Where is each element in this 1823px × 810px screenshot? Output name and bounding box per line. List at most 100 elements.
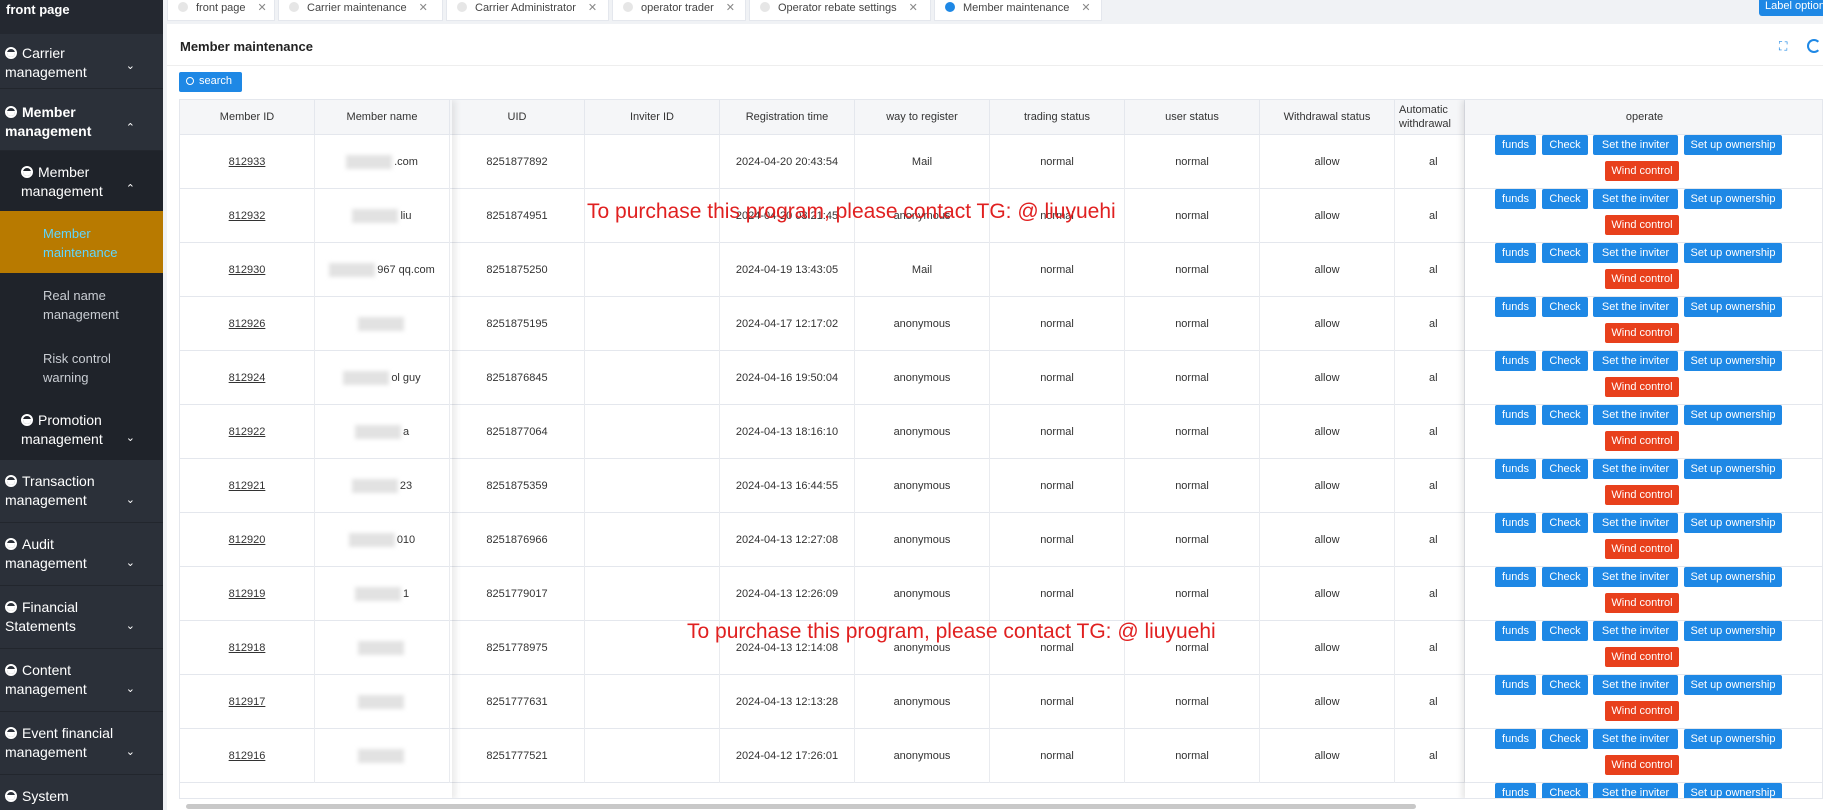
check-button[interactable]: Check	[1542, 675, 1588, 695]
sidebar-subitem-member-management[interactable]: Member management ⌃	[0, 151, 163, 211]
tab-member-maintenance[interactable]: Member maintenance ✕	[934, 0, 1102, 21]
set-inviter-button[interactable]: Set the inviter	[1593, 567, 1678, 587]
funds-button[interactable]: funds	[1495, 243, 1536, 263]
cell-id[interactable]: 812922	[180, 405, 315, 459]
close-icon[interactable]: ✕	[726, 2, 735, 14]
set-inviter-button[interactable]: Set the inviter	[1593, 621, 1678, 641]
close-icon[interactable]: ✕	[419, 2, 428, 14]
set-ownership-button[interactable]: Set up ownership	[1684, 243, 1782, 263]
wind-control-button[interactable]: Wind control	[1605, 755, 1679, 775]
check-button[interactable]: Check	[1542, 135, 1588, 155]
set-inviter-button[interactable]: Set the inviter	[1593, 243, 1678, 263]
set-ownership-button[interactable]: Set up ownership	[1684, 351, 1782, 371]
wind-control-button[interactable]: Wind control	[1605, 323, 1679, 343]
set-inviter-button[interactable]: Set the inviter	[1593, 459, 1678, 479]
set-inviter-button[interactable]: Set the inviter	[1593, 729, 1678, 749]
sidebar-item-event-financial-management[interactable]: Event financial management ⌄	[0, 712, 163, 775]
cell-id[interactable]: 812919	[180, 567, 315, 621]
set-ownership-button[interactable]: Set up ownership	[1684, 729, 1782, 749]
wind-control-button[interactable]: Wind control	[1605, 377, 1679, 397]
tab-carrier-maintenance[interactable]: Carrier maintenance ✕	[278, 0, 443, 21]
funds-button[interactable]: funds	[1495, 621, 1536, 641]
set-ownership-button[interactable]: Set up ownership	[1684, 297, 1782, 317]
funds-button[interactable]: funds	[1495, 513, 1536, 533]
check-button[interactable]: Check	[1542, 729, 1588, 749]
close-icon[interactable]: ✕	[909, 2, 918, 14]
sidebar-item-transaction-management[interactable]: Transaction management ⌄	[0, 460, 163, 523]
wind-control-button[interactable]: Wind control	[1605, 431, 1679, 451]
set-inviter-button[interactable]: Set the inviter	[1593, 405, 1678, 425]
set-inviter-button[interactable]: Set the inviter	[1593, 783, 1678, 798]
search-button[interactable]: search	[179, 72, 242, 92]
check-button[interactable]: Check	[1542, 783, 1588, 798]
funds-button[interactable]: funds	[1495, 351, 1536, 371]
check-button[interactable]: Check	[1542, 621, 1588, 641]
sidebar-item-content-management[interactable]: Content management ⌄	[0, 649, 163, 712]
cell-id[interactable]: 812924	[180, 351, 315, 405]
sidebar-home[interactable]: front page	[0, 0, 163, 34]
set-inviter-button[interactable]: Set the inviter	[1593, 675, 1678, 695]
cell-id[interactable]: 812930	[180, 243, 315, 297]
close-icon[interactable]: ✕	[258, 2, 267, 14]
wind-control-button[interactable]: Wind control	[1605, 701, 1679, 721]
cell-id[interactable]: 812917	[180, 675, 315, 729]
set-ownership-button[interactable]: Set up ownership	[1684, 567, 1782, 587]
cell-id[interactable]: 812926	[180, 297, 315, 351]
cell-id[interactable]: 812933	[180, 135, 315, 189]
sidebar-item-financial-statements[interactable]: Financial Statements ⌄	[0, 586, 163, 649]
set-inviter-button[interactable]: Set the inviter	[1593, 351, 1678, 371]
wind-control-button[interactable]: Wind control	[1605, 161, 1679, 181]
cell-id[interactable]: 812920	[180, 513, 315, 567]
wind-control-button[interactable]: Wind control	[1605, 647, 1679, 667]
check-button[interactable]: Check	[1542, 459, 1588, 479]
tab-operator-trader[interactable]: operator trader ✕	[612, 0, 746, 21]
horizontal-scrollbar[interactable]	[186, 804, 1416, 809]
check-button[interactable]: Check	[1542, 243, 1588, 263]
funds-button[interactable]: funds	[1495, 459, 1536, 479]
funds-button[interactable]: funds	[1495, 189, 1536, 209]
wind-control-button[interactable]: Wind control	[1605, 485, 1679, 505]
set-inviter-button[interactable]: Set the inviter	[1593, 297, 1678, 317]
check-button[interactable]: Check	[1542, 567, 1588, 587]
cell-id[interactable]: 812921	[180, 459, 315, 513]
funds-button[interactable]: funds	[1495, 135, 1536, 155]
check-button[interactable]: Check	[1542, 189, 1588, 209]
check-button[interactable]: Check	[1542, 351, 1588, 371]
funds-button[interactable]: funds	[1495, 729, 1536, 749]
check-button[interactable]: Check	[1542, 297, 1588, 317]
tab-carrier-administrator[interactable]: Carrier Administrator ✕	[446, 0, 609, 21]
funds-button[interactable]: funds	[1495, 297, 1536, 317]
cell-id[interactable]: 812916	[180, 729, 315, 783]
set-ownership-button[interactable]: Set up ownership	[1684, 135, 1782, 155]
funds-button[interactable]: funds	[1495, 405, 1536, 425]
sidebar-item-carrier-management[interactable]: Carrier management ⌄	[0, 34, 163, 89]
check-button[interactable]: Check	[1542, 513, 1588, 533]
wind-control-button[interactable]: Wind control	[1605, 539, 1679, 559]
wind-control-button[interactable]: Wind control	[1605, 593, 1679, 613]
sidebar-item-member-maintenance[interactable]: Member maintenance	[0, 211, 163, 273]
funds-button[interactable]: funds	[1495, 675, 1536, 695]
close-icon[interactable]: ✕	[588, 2, 597, 14]
set-inviter-button[interactable]: Set the inviter	[1593, 513, 1678, 533]
sidebar-item-real-name-management[interactable]: Real name management	[0, 273, 163, 336]
cell-id[interactable]: 812918	[180, 621, 315, 675]
check-button[interactable]: Check	[1542, 405, 1588, 425]
sidebar-subitem-promotion-management[interactable]: Promotion management ⌄	[0, 399, 163, 460]
set-ownership-button[interactable]: Set up ownership	[1684, 621, 1782, 641]
funds-button[interactable]: funds	[1495, 783, 1536, 798]
set-ownership-button[interactable]: Set up ownership	[1684, 513, 1782, 533]
tab-operator-rebate-settings[interactable]: Operator rebate settings ✕	[749, 0, 931, 21]
set-ownership-button[interactable]: Set up ownership	[1684, 405, 1782, 425]
set-inviter-button[interactable]: Set the inviter	[1593, 189, 1678, 209]
funds-button[interactable]: funds	[1495, 567, 1536, 587]
close-icon[interactable]: ✕	[1081, 2, 1090, 14]
set-inviter-button[interactable]: Set the inviter	[1593, 135, 1678, 155]
label-options-button[interactable]: Label options	[1759, 0, 1823, 16]
sidebar-item-risk-control-warning[interactable]: Risk control warning	[0, 336, 163, 399]
cell-id[interactable]: 812932	[180, 189, 315, 243]
sidebar-item-system-management[interactable]: System Management	[0, 775, 163, 810]
sidebar-item-audit-management[interactable]: Audit management ⌄	[0, 523, 163, 586]
fullscreen-icon[interactable]: ⛶	[1779, 40, 1791, 52]
sidebar-item-member-management[interactable]: Member management ⌃	[0, 89, 163, 151]
wind-control-button[interactable]: Wind control	[1605, 269, 1679, 289]
